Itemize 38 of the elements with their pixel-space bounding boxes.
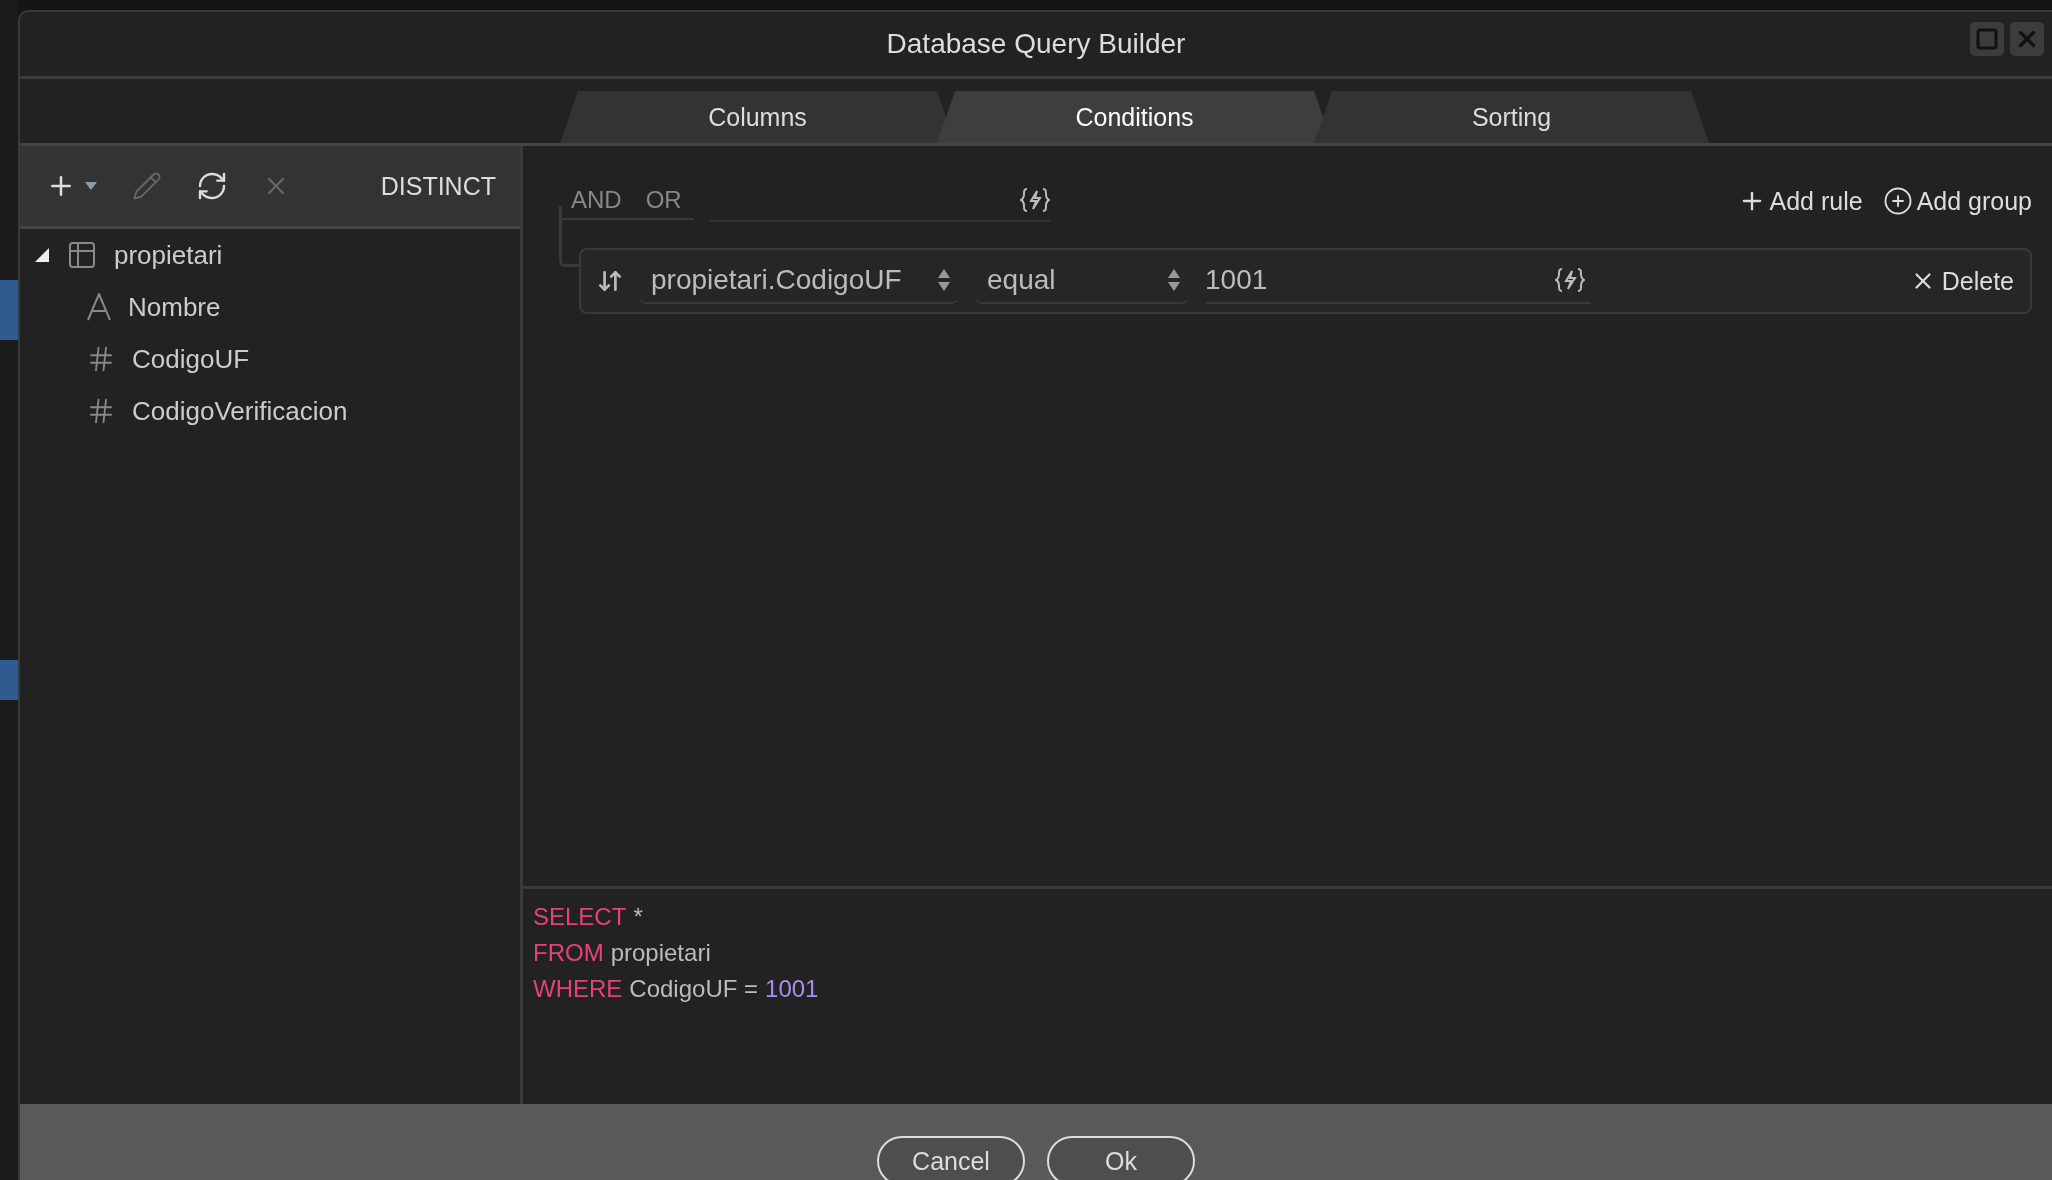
refresh-icon (196, 170, 228, 202)
operator-select[interactable]: equal (975, 258, 1189, 304)
logic-toggle[interactable]: AND (559, 182, 634, 220)
logic-toggle[interactable]: OR (633, 182, 694, 220)
table-icon (66, 239, 98, 271)
tree-item[interactable]: Nombre (128, 291, 221, 323)
maximize-icon (1975, 27, 1999, 51)
up-down-arrows-icon (1167, 267, 1181, 293)
sql-keyword: WHERE (533, 975, 623, 1003)
sql-text: CodigoUF = (629, 975, 759, 1003)
sql-text: propietari (610, 939, 711, 967)
up-down-arrows-icon (937, 267, 951, 293)
distinct-button[interactable]: DISTINCT (380, 171, 496, 201)
refresh-button[interactable] (196, 170, 228, 202)
sql-keyword: SELECT (533, 903, 627, 931)
caret-icon (84, 181, 98, 191)
braces-bolt-icon[interactable] (1019, 187, 1050, 213)
text-type-icon (86, 293, 112, 321)
sql-text: * (633, 903, 643, 931)
sort-handle-icon[interactable] (597, 268, 623, 294)
delete-button[interactable]: Delete (1909, 266, 2014, 296)
tree-item[interactable]: CodigoUF (132, 343, 250, 375)
cancel-button[interactable]: Cancel (877, 1136, 1025, 1180)
add-rule-button[interactable]: Add rule (1737, 186, 1863, 216)
expand-triangle-icon[interactable] (34, 247, 50, 263)
tree-item[interactable]: propietari (114, 239, 223, 271)
ok-button[interactable]: Ok (1047, 1136, 1195, 1180)
braces-bolt-icon[interactable] (1555, 267, 1585, 293)
sql-number: 1001 (765, 975, 819, 1003)
field-select[interactable]: propietari.CodigoUF (639, 258, 959, 304)
add-group-button[interactable]: Add group (1882, 186, 2032, 216)
value-field[interactable]: 1001 (1205, 258, 1591, 304)
tree-item[interactable]: CodigoVerificacion (132, 395, 348, 427)
pencil-icon (132, 171, 162, 201)
circle-plus-icon (1882, 186, 1913, 216)
window-title: Database Query Builder (886, 28, 1186, 60)
sql-keyword: FROM (533, 939, 604, 967)
tab[interactable]: Sorting (1314, 91, 1709, 143)
